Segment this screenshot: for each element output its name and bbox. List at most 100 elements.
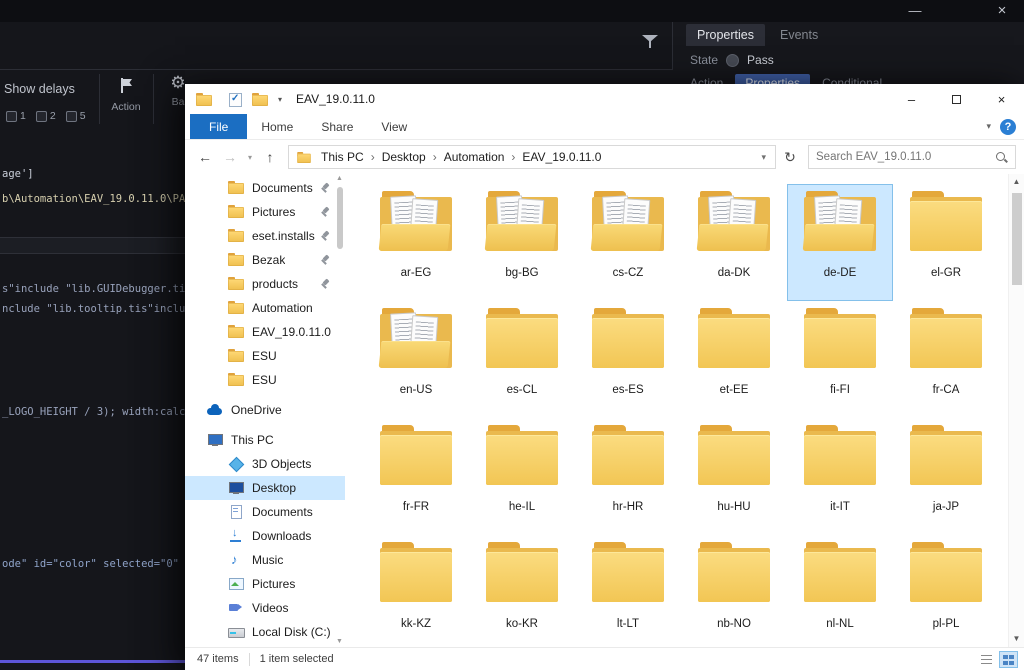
folder-item-it-IT[interactable]: it-IT: [787, 418, 893, 535]
refresh-button[interactable]: ↻: [777, 149, 803, 166]
sidebar-item-desktop[interactable]: Desktop: [185, 476, 345, 500]
action-tool-button[interactable]: Action: [104, 78, 148, 113]
sidebar-item-documents[interactable]: Documents: [185, 176, 345, 200]
address-bar[interactable]: This PC › Desktop › Automation › EAV_19.0.11.0…: [288, 145, 776, 169]
up-button[interactable]: ↑: [258, 145, 282, 169]
scrollbar-thumb[interactable]: [1011, 193, 1022, 285]
folder-item-ar-EG[interactable]: ar-EG: [363, 184, 469, 301]
folder-item-fr-FR[interactable]: fr-FR: [363, 418, 469, 535]
gear-icon: ⚙: [170, 73, 186, 92]
properties-shortcut-icon[interactable]: [228, 92, 242, 107]
customize-toolbar-chevron-icon[interactable]: ▾: [278, 95, 282, 104]
search-icon[interactable]: [995, 151, 1008, 164]
code-editor[interactable]: age'] b\Automation\EAV_19.0.11.0\PAC s"i…: [0, 132, 185, 670]
folder-item-hu-HU[interactable]: hu-HU: [681, 418, 787, 535]
search-box[interactable]: Search EAV_19.0.11.0: [808, 145, 1016, 169]
minimize-button[interactable]: –: [889, 84, 934, 114]
filter-icon[interactable]: [642, 34, 658, 50]
breadcrumb-item[interactable]: Desktop: [375, 150, 433, 164]
toggle-2[interactable]: 2: [35, 110, 56, 122]
new-folder-shortcut-icon[interactable]: [252, 92, 268, 106]
folder-label: nb-NO: [717, 618, 751, 630]
breadcrumb-item[interactable]: Automation: [437, 150, 512, 164]
sidebar-item-esu[interactable]: ESU: [185, 344, 345, 368]
file-list-area[interactable]: ar-EG bg-BG cs-CZ da-DK de-DE el-GR en-US es-CL…: [345, 174, 1024, 647]
sidebar-item-videos[interactable]: Videos: [185, 596, 345, 620]
scroll-up-icon[interactable]: ▲: [1013, 174, 1021, 190]
sidebar-item-products[interactable]: products: [185, 272, 345, 296]
scroll-down-icon[interactable]: ▼: [336, 637, 343, 647]
folder-icon: [908, 307, 984, 371]
folder-item-et-EE[interactable]: et-EE: [681, 301, 787, 418]
folder-icon: [484, 424, 560, 488]
explorer-titlebar[interactable]: ▾ EAV_19.0.11.0 – ×: [185, 84, 1024, 114]
breadcrumb-item[interactable]: This PC: [314, 150, 371, 164]
view-toggle-group: [977, 651, 1018, 668]
address-dropdown-chevron-icon[interactable]: ▾: [754, 152, 773, 163]
recent-locations-chevron-icon[interactable]: ▾: [243, 145, 257, 169]
folder-item-ja-JP[interactable]: ja-JP: [893, 418, 999, 535]
sidebar-item-this-pc[interactable]: This PC: [185, 428, 345, 452]
folder-item-en-US[interactable]: en-US: [363, 301, 469, 418]
tab-properties[interactable]: Properties: [686, 24, 765, 46]
sidebar-item-downloads[interactable]: Downloads: [185, 524, 345, 548]
folder-item-hr-HR[interactable]: hr-HR: [575, 418, 681, 535]
folder-item-cs-CZ[interactable]: cs-CZ: [575, 184, 681, 301]
tab-events[interactable]: Events: [769, 24, 829, 46]
back-button[interactable]: ←: [193, 145, 217, 169]
folder-item-pl-PL[interactable]: pl-PL: [893, 535, 999, 647]
maximize-button[interactable]: [934, 84, 979, 114]
sidebar-item-pictures[interactable]: Pictures: [185, 572, 345, 596]
folder-item-fr-CA[interactable]: fr-CA: [893, 301, 999, 418]
menu-tab-home[interactable]: Home: [247, 114, 307, 139]
scroll-down-icon[interactable]: ▼: [1013, 631, 1021, 647]
folder-item-bg-BG[interactable]: bg-BG: [469, 184, 575, 301]
sidebar-item-documents[interactable]: Documents: [185, 500, 345, 524]
folder-item-nb-NO[interactable]: nb-NO: [681, 535, 787, 647]
folder-item-es-CL[interactable]: es-CL: [469, 301, 575, 418]
details-view-button[interactable]: [977, 651, 996, 668]
folder-label: fr-FR: [402, 501, 430, 513]
thumbnail-view-button[interactable]: [999, 651, 1018, 668]
search-input[interactable]: Search EAV_19.0.11.0: [816, 151, 995, 163]
folder-item-es-ES[interactable]: es-ES: [575, 301, 681, 418]
sidebar-item-bezak[interactable]: Bezak: [185, 248, 345, 272]
main-scrollbar[interactable]: ▲ ▼: [1008, 174, 1024, 647]
state-toggle[interactable]: [726, 53, 740, 67]
sidebar-item-music[interactable]: Music: [185, 548, 345, 572]
folder-item-nl-NL[interactable]: nl-NL: [787, 535, 893, 647]
sidebar-item-onedrive[interactable]: OneDrive: [185, 398, 345, 422]
ribbon-collapse-chevron-icon[interactable]: ▾: [986, 121, 991, 132]
folder-item-el-GR[interactable]: el-GR: [893, 184, 999, 301]
toggle-5[interactable]: 5: [65, 110, 86, 122]
forward-button[interactable]: →: [218, 145, 242, 169]
app-minimize-button[interactable]: —: [901, 2, 929, 20]
sidebar-item-label: ESU: [252, 373, 277, 387]
toggle-1[interactable]: 1: [6, 110, 26, 122]
sidebar-scrollbar[interactable]: ▲ ▼: [334, 174, 345, 647]
sidebar-item-esu[interactable]: ESU: [185, 368, 345, 392]
app-close-button[interactable]: ×: [988, 2, 1016, 20]
status-divider: [248, 652, 250, 666]
help-button[interactable]: ?: [1000, 118, 1016, 135]
menu-tab-file[interactable]: File: [190, 114, 248, 139]
folder-item-lt-LT[interactable]: lt-LT: [575, 535, 681, 647]
scroll-up-icon[interactable]: ▲: [336, 174, 343, 184]
folder-item-fi-FI[interactable]: fi-FI: [787, 301, 893, 418]
folder-item-ko-KR[interactable]: ko-KR: [469, 535, 575, 647]
scrollbar-thumb[interactable]: [336, 187, 343, 249]
folder-item-de-DE[interactable]: de-DE: [787, 184, 893, 301]
sidebar-item-eav-19-0-11-0[interactable]: EAV_19.0.11.0: [185, 320, 345, 344]
breadcrumb-item[interactable]: EAV_19.0.11.0: [515, 150, 608, 164]
folder-item-he-IL[interactable]: he-IL: [469, 418, 575, 535]
close-button[interactable]: ×: [979, 84, 1024, 114]
folder-item-da-DK[interactable]: da-DK: [681, 184, 787, 301]
sidebar-item-eset-installs[interactable]: eset.installs: [185, 224, 345, 248]
sidebar-item-local-disk-c[interactable]: Local Disk (C:): [185, 620, 345, 644]
menu-tab-view[interactable]: View: [367, 114, 421, 139]
menu-tab-share[interactable]: Share: [307, 114, 367, 139]
sidebar-item-automation[interactable]: Automation: [185, 296, 345, 320]
sidebar-item-pictures[interactable]: Pictures: [185, 200, 345, 224]
sidebar-item-3d-objects[interactable]: 3D Objects: [185, 452, 345, 476]
folder-item-kk-KZ[interactable]: kk-KZ: [363, 535, 469, 647]
